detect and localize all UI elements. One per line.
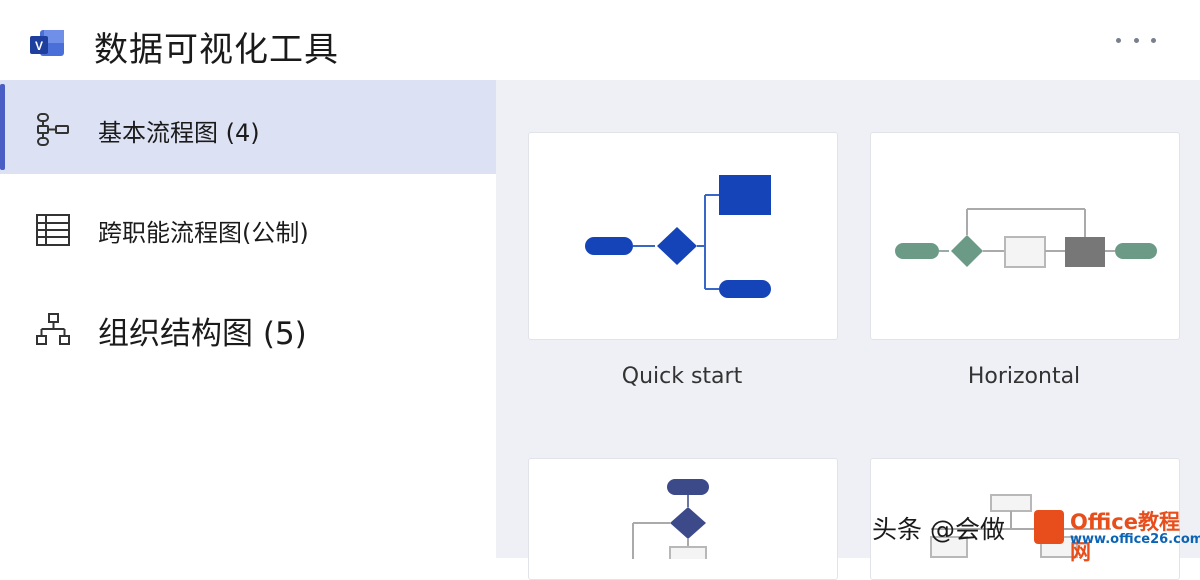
basic-flowchart-icon: [37, 113, 69, 146]
sidebar-item-org-chart[interactable]: 组织结构图 (5): [0, 280, 496, 374]
site-watermark: Office教程网 www.office26.com: [1034, 506, 1200, 564]
template-label-horizontal: Horizontal: [967, 364, 1081, 389]
horizontal-thumbnail: [895, 208, 1157, 268]
template-card-vertical[interactable]: [528, 458, 838, 580]
table-grid-icon: [36, 214, 70, 246]
more-dot-icon: [1133, 37, 1139, 43]
site-url: www.office26.com: [1070, 532, 1200, 547]
sidebar-item-basic-flowchart[interactable]: 基本流程图 (4): [0, 80, 496, 174]
sidebar-item-label: 组织结构图 (5): [98, 316, 307, 352]
svg-text:V: V: [35, 39, 43, 53]
more-dot-icon: [1151, 37, 1156, 43]
office-logo-icon: [1034, 510, 1064, 544]
sidebar-item-cross-functional[interactable]: 跨职能流程图(公制): [0, 180, 496, 274]
sidebar-item-label: 基本流程图 (4): [98, 119, 260, 147]
attribution-text: 头条 @会做: [872, 515, 1005, 544]
app-title: 数据可视化工具: [94, 30, 339, 70]
quick-start-thumbnail: [585, 175, 771, 298]
vertical-thumbnail: [632, 479, 709, 559]
template-gallery: Quick start Horizontal: [496, 80, 1200, 580]
more-options-button[interactable]: [1116, 30, 1156, 50]
template-card-horizontal[interactable]: [870, 132, 1180, 340]
category-sidebar: 基本流程图 (4) 跨职能流程图(公制) 组织结构图 (5): [0, 80, 496, 558]
more-dot-icon: [1116, 37, 1121, 43]
org-chart-icon: [36, 313, 70, 345]
visio-logo-icon: V: [30, 30, 64, 56]
template-card-quick-start[interactable]: [528, 132, 838, 340]
sidebar-item-label: 跨职能流程图(公制): [98, 219, 309, 247]
template-label-quick-start: Quick start: [621, 364, 743, 389]
app-header: V 数据可视化工具: [0, 0, 1200, 81]
